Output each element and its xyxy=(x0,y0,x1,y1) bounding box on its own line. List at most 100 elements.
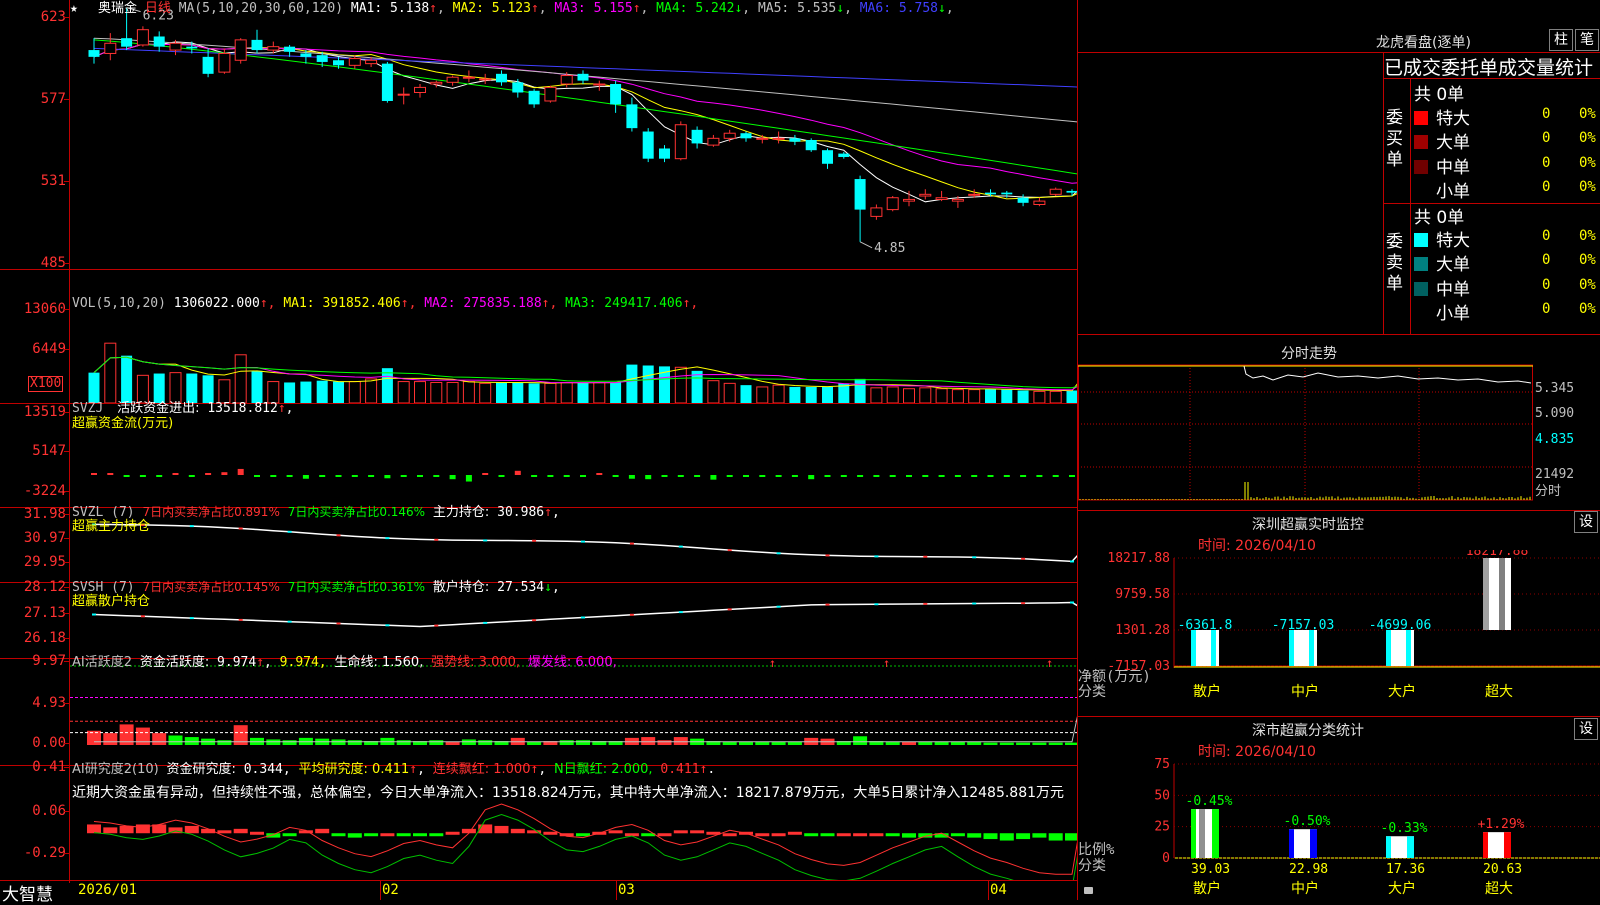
star-icon[interactable]: ★ xyxy=(70,1,78,17)
monitor-settings-button[interactable]: 设 xyxy=(1574,511,1598,533)
sell-name: 中单 xyxy=(1436,280,1470,300)
svsh-line-tick xyxy=(1021,602,1025,604)
monitor-y-tick: 9759.58 xyxy=(1115,587,1170,602)
monitor-bar-edge xyxy=(1191,630,1196,666)
volume-bar xyxy=(969,390,980,403)
buy-percent: 0% xyxy=(1579,130,1596,146)
volume-bar xyxy=(1067,391,1078,404)
ai2-bar xyxy=(1000,833,1014,840)
ma4-value: 5.242 xyxy=(695,1,734,16)
svsh-l3: 散户持仓: xyxy=(433,580,489,595)
intraday-y-tick: 5.345 xyxy=(1535,381,1574,396)
ai2-bar xyxy=(429,833,443,836)
classify-bar-edge xyxy=(1289,829,1294,858)
svzl-line-tick xyxy=(679,546,683,548)
candle-body xyxy=(659,149,670,159)
candle-body xyxy=(789,138,800,141)
svzl-y-tick: 31.98 xyxy=(0,506,66,522)
candle-body xyxy=(594,84,605,85)
svzj-subtitle: 超赢资金流(万元) xyxy=(72,416,173,432)
low-marker-line xyxy=(860,242,872,248)
ai2-bar xyxy=(511,829,525,833)
svzj-bar xyxy=(531,475,537,477)
ma1-label: MA1: xyxy=(351,1,390,16)
candle-body xyxy=(382,64,393,101)
candle-body xyxy=(708,138,719,145)
ai1-bar xyxy=(576,740,590,745)
ai2-bar xyxy=(984,833,998,839)
svzj-bar xyxy=(417,475,423,477)
ai1-bar xyxy=(641,737,655,745)
classify-bar-edge xyxy=(1386,836,1391,858)
volume-bar xyxy=(415,382,426,403)
intraday-chart[interactable]: 5.345 5.090 4.835 21492 分时 xyxy=(1078,362,1600,510)
svsh-line-tick xyxy=(923,603,927,605)
candle-body xyxy=(300,53,311,56)
svsh-line-tick xyxy=(239,619,243,621)
volume-bar xyxy=(545,383,556,403)
classify-y-tick: 75 xyxy=(1154,757,1170,772)
monitor-y-tick: 1301.28 xyxy=(1115,623,1170,638)
main-chart-area[interactable]: 6.23 4.85 ↑ ↑ ↑ 623 577 531 485 13060 6449 X100 13… xyxy=(0,0,1078,900)
vol-ma1-value: 391852.406 xyxy=(322,296,400,311)
classify-settings-button[interactable]: 设 xyxy=(1574,718,1598,740)
volume-chart[interactable] xyxy=(70,270,1077,403)
candle-body xyxy=(415,87,426,92)
volume-bar xyxy=(855,379,866,403)
volume-bar xyxy=(920,388,931,403)
classify-category: 散户 xyxy=(1193,880,1221,897)
volume-bar xyxy=(203,375,214,403)
ai1-life: 生命线: 1.560, xyxy=(334,655,423,670)
svzl-line-tick xyxy=(874,555,878,557)
svsh-l2: 7日内买卖净占比0.361% xyxy=(288,580,425,594)
tick-view-button[interactable]: 笔 xyxy=(1575,29,1599,51)
lhb-title: 龙虎看盘(逐单) xyxy=(1278,32,1478,52)
svzj-bar xyxy=(1036,475,1042,477)
sell-name: 小单 xyxy=(1436,304,1470,324)
volume-bar xyxy=(985,389,996,403)
classify-bar-edge xyxy=(1504,832,1511,858)
monitor-chart[interactable]: 18217.88 9759.58 1301.28 -7157.03 -6361.8 散户 -… xyxy=(1078,550,1600,716)
ai2-bar xyxy=(821,833,835,836)
volume-bar xyxy=(105,343,116,403)
ma3-label: MA3: xyxy=(547,1,594,16)
candle-body xyxy=(496,74,507,82)
svsh-line-tick xyxy=(728,608,732,610)
classify-change-label: -0.45% xyxy=(1186,794,1233,809)
volume-bar xyxy=(1050,391,1061,403)
svzj-bar xyxy=(645,475,651,479)
period-label: 日线 xyxy=(145,1,171,16)
sell-percent: 0% xyxy=(1579,277,1596,293)
svzj-bar xyxy=(238,469,244,475)
ai-activity-chart[interactable]: ↑ ↑ ↑ xyxy=(70,659,1077,765)
ai-research-chart[interactable] xyxy=(70,766,1077,880)
buy-count: 0 xyxy=(1542,106,1550,122)
ai2-bar xyxy=(543,832,557,835)
buy-row: 大单 0 0% xyxy=(1414,128,1600,152)
classify-chart[interactable]: 75 50 25 0 -0.45% 39.03 散户 -0.50% 22.98 中户 -0.33% 1… xyxy=(1078,756,1600,900)
ai1-bar xyxy=(951,742,965,745)
svzj-bar xyxy=(988,475,994,477)
svzj-value: 13518.812 xyxy=(207,401,277,416)
buy-count: 0 xyxy=(1542,179,1550,195)
candle-body xyxy=(366,60,377,63)
candle-body xyxy=(838,154,849,157)
volume-bar xyxy=(936,389,947,403)
volume-bar xyxy=(300,382,311,403)
ai1-bar xyxy=(478,740,492,745)
svzj-bar xyxy=(678,475,684,477)
kline-chart[interactable]: 6.234.85 xyxy=(70,0,1077,269)
classify-value-label: 17.36 xyxy=(1386,862,1425,877)
monitor-y-tick: 18217.88 xyxy=(1107,551,1170,566)
ma2-value: 5.123 xyxy=(492,1,531,16)
svzj-chart[interactable] xyxy=(70,404,1077,507)
monitor-value-label: -4699.06 xyxy=(1369,618,1432,633)
buy-count: 0 xyxy=(1542,130,1550,146)
volume-bar xyxy=(154,374,165,403)
classify-bar-shade xyxy=(1199,809,1205,858)
column-view-button[interactable]: 柱 xyxy=(1549,29,1573,51)
candle-body xyxy=(643,132,654,159)
monitor-category: 中户 xyxy=(1291,683,1319,700)
ai2-bar xyxy=(217,830,231,833)
vol-y-tick: 13060 xyxy=(0,301,66,317)
